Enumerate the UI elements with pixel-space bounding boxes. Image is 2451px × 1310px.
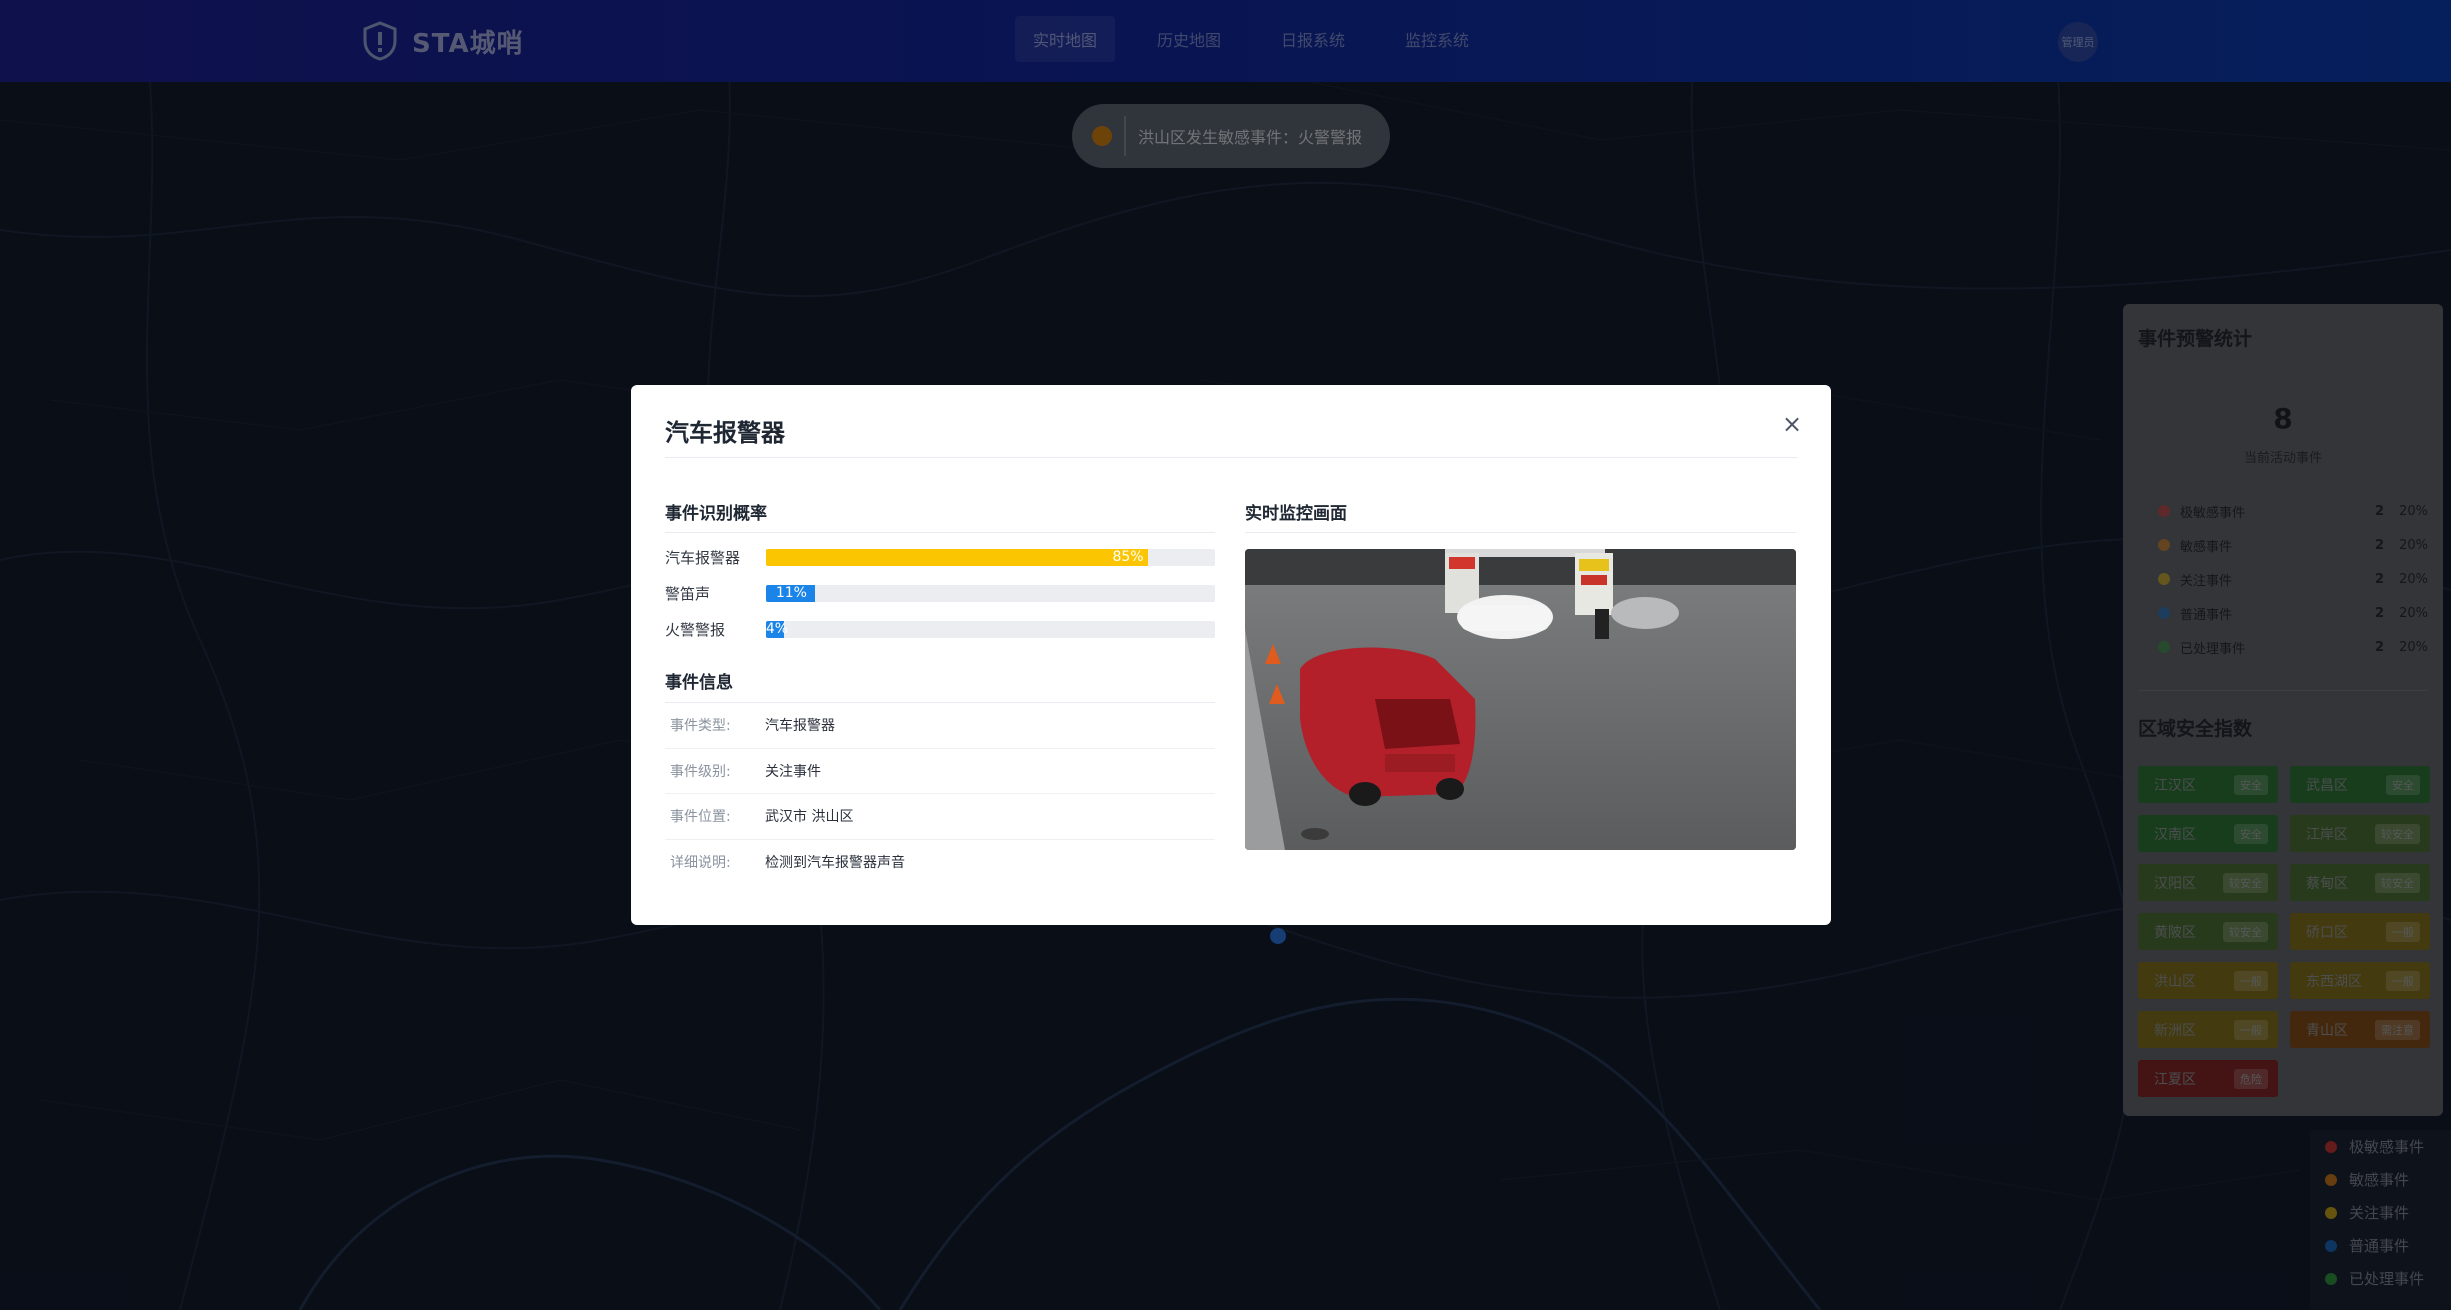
probability-label: 汽车报警器 bbox=[665, 548, 741, 567]
close-icon[interactable]: × bbox=[1781, 412, 1803, 436]
probability-label: 火警警报 bbox=[665, 620, 726, 639]
probability-fill: 11% bbox=[765, 584, 816, 602]
probability-track: 4% bbox=[765, 620, 1215, 638]
info-row: 详细说明: 检测到汽车报警器声音 bbox=[665, 840, 1215, 886]
info-key: 详细说明: bbox=[670, 855, 731, 872]
camera-feed[interactable] bbox=[1245, 549, 1796, 850]
info-key: 事件类型: bbox=[670, 718, 731, 735]
info-key: 事件位置: bbox=[670, 809, 731, 826]
probability-fill: 85% bbox=[765, 548, 1148, 566]
info-value: 检测到汽车报警器声音 bbox=[765, 855, 905, 872]
probability-row: 汽车报警器 85% bbox=[665, 546, 1215, 568]
event-detail-modal: 汽车报警器 × 事件识别概率 汽车报警器 85% 警笛声 11% 火警警报 4% 事件信息… bbox=[631, 385, 1831, 925]
probability-value: 11% bbox=[775, 585, 807, 601]
probability-track: 11% bbox=[765, 584, 1215, 602]
probability-section-title: 事件识别概率 bbox=[665, 504, 767, 524]
probability-row: 火警警报 4% bbox=[665, 618, 1215, 640]
camera-section-title: 实时监控画面 bbox=[1245, 504, 1347, 524]
info-value: 关注事件 bbox=[765, 763, 821, 780]
probability-divider bbox=[665, 532, 1215, 533]
info-row: 事件位置: 武汉市 洪山区 bbox=[665, 794, 1215, 840]
info-row: 事件类型: 汽车报警器 bbox=[665, 703, 1215, 749]
event-info-table: 事件类型: 汽车报警器事件级别: 关注事件事件位置: 武汉市 洪山区详细说明: 检测到汽… bbox=[665, 703, 1215, 885]
probability-row: 警笛声 11% bbox=[665, 582, 1215, 604]
info-value: 武汉市 洪山区 bbox=[765, 809, 854, 826]
probability-label: 警笛声 bbox=[665, 584, 711, 603]
probability-value: 4% bbox=[765, 621, 789, 637]
camera-frame-image bbox=[1245, 549, 1796, 850]
info-value: 汽车报警器 bbox=[765, 718, 835, 735]
modal-title: 汽车报警器 bbox=[665, 419, 785, 447]
probability-track: 85% bbox=[765, 548, 1215, 566]
info-key: 事件级别: bbox=[670, 763, 731, 780]
probability-fill: 4% bbox=[765, 620, 788, 638]
info-section-title: 事件信息 bbox=[665, 673, 733, 693]
info-row: 事件级别: 关注事件 bbox=[665, 749, 1215, 794]
camera-divider bbox=[1245, 532, 1796, 533]
probability-value: 85% bbox=[1112, 549, 1144, 565]
modal-divider bbox=[665, 457, 1798, 458]
